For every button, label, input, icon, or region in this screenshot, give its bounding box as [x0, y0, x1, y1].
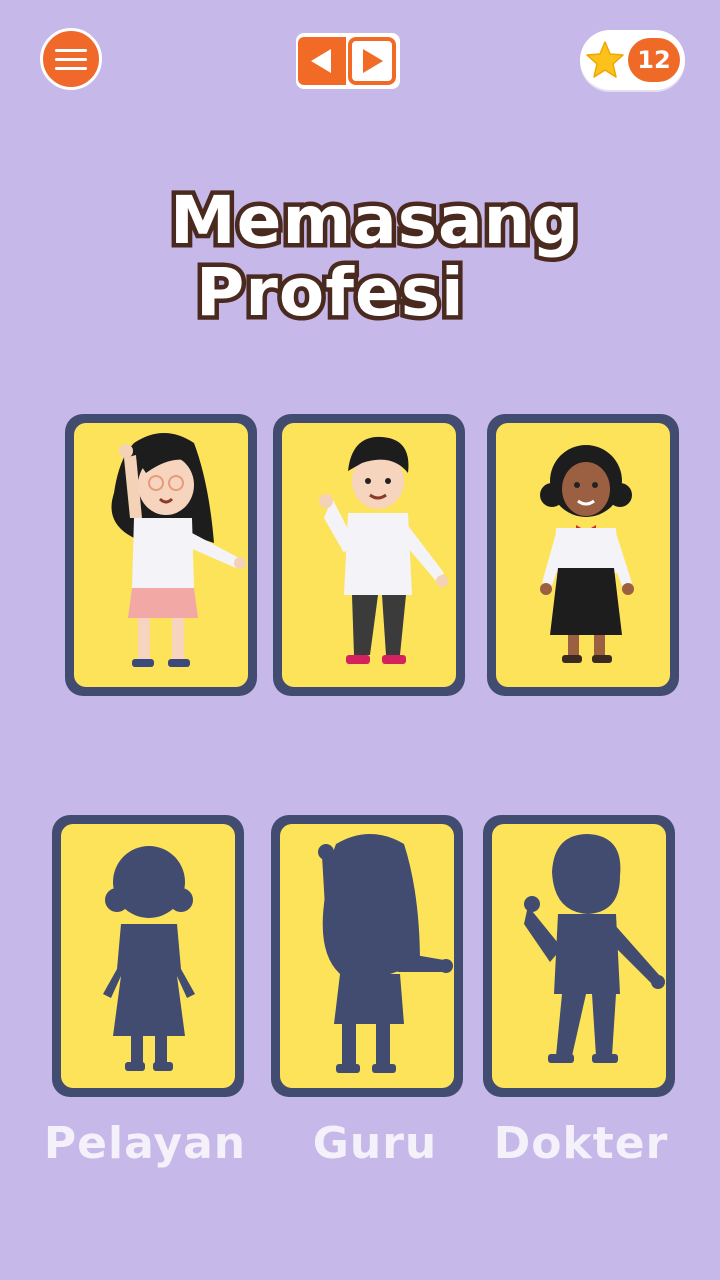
next-button[interactable] — [348, 37, 396, 85]
woman-in-black-skirt-figure — [540, 445, 634, 663]
boy-silhouette-figure — [524, 834, 665, 1063]
label-guru: Guru — [312, 1118, 438, 1169]
prev-next-controls — [296, 33, 400, 89]
previous-button[interactable] — [298, 37, 346, 85]
score-count: 12 — [628, 38, 680, 82]
star-icon — [586, 41, 624, 78]
title-line-1: Memasang — [166, 180, 584, 261]
triangle-left-icon — [311, 49, 331, 73]
hamburger-menu-icon — [55, 48, 87, 52]
page-title: Memasang Profesi — [166, 180, 584, 333]
character-card-3[interactable] — [487, 414, 679, 696]
girl-with-glasses-figure — [111, 433, 246, 667]
silhouette-card-3[interactable] — [483, 815, 675, 1097]
label-pelayan: Pelayan — [43, 1118, 247, 1169]
silhouette-card-2[interactable] — [271, 815, 463, 1097]
title-line-2: Profesi — [192, 252, 469, 333]
character-card-1[interactable] — [65, 414, 257, 696]
girl-silhouette-figure — [318, 834, 453, 1073]
score-display: 12 — [580, 30, 685, 90]
menu-button[interactable] — [40, 28, 102, 90]
character-card-2[interactable] — [273, 414, 465, 696]
boy-in-white-coat-figure — [319, 436, 448, 664]
silhouette-card-1[interactable] — [52, 815, 244, 1097]
triangle-right-icon — [363, 49, 383, 73]
woman-silhouette-figure — [103, 846, 195, 1071]
label-dokter: Dokter — [493, 1118, 669, 1169]
